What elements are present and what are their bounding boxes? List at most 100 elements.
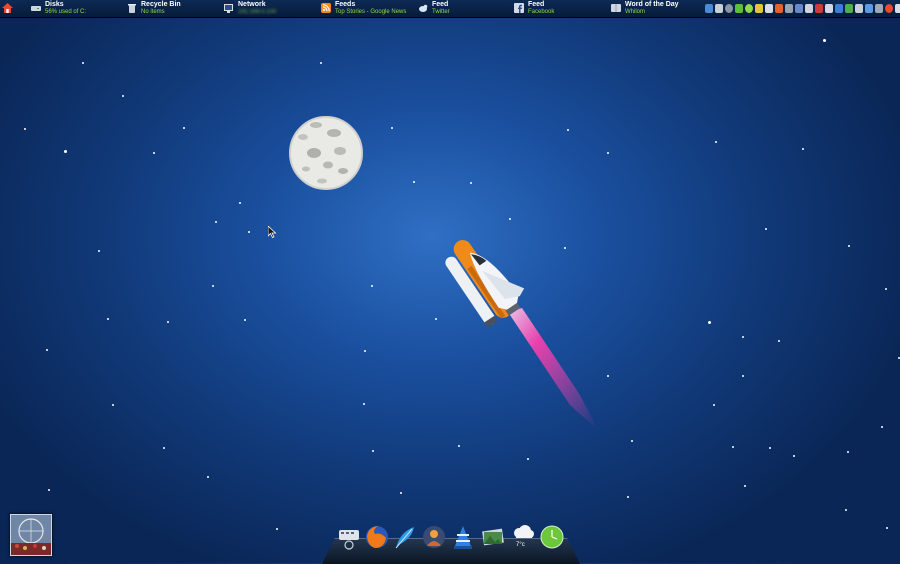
star: [742, 336, 744, 338]
trash-icon: [128, 4, 136, 13]
moon-illustration: [289, 116, 363, 190]
star: [744, 485, 746, 487]
star: [631, 440, 633, 442]
star: [713, 404, 715, 406]
network-icon: [224, 4, 233, 13]
star: [239, 202, 241, 204]
word-of-the-day-subtitle: Whilom: [625, 9, 646, 15]
tray-icon-3[interactable]: [725, 4, 733, 13]
feeds-subtitle: Top Stories - Google News: [335, 9, 407, 15]
star: [742, 375, 744, 377]
weather-temperature: 7°c: [516, 542, 525, 548]
star: [413, 181, 415, 183]
mouse-cursor-icon: [268, 226, 277, 238]
disk-icon: [31, 6, 41, 11]
star: [98, 250, 100, 252]
disks-subtitle: 56% used of C:: [45, 9, 87, 15]
photos-icon[interactable]: [480, 524, 506, 550]
ferris-wheel-photo-icon: [11, 515, 51, 555]
star: [847, 451, 849, 453]
star: [732, 446, 734, 448]
book-icon: [611, 4, 621, 12]
space-shuttle-illustration: [445, 240, 598, 430]
star: [112, 404, 114, 406]
star: [708, 321, 711, 324]
star: [215, 221, 217, 223]
tray-icon-13[interactable]: [825, 4, 833, 13]
star: [823, 39, 826, 42]
vlc-cone-icon[interactable]: [450, 524, 476, 550]
star: [778, 340, 780, 342]
star: [320, 62, 322, 64]
tray-icon-18[interactable]: [875, 4, 883, 13]
tray-icon-5[interactable]: [745, 4, 753, 13]
star: [371, 285, 373, 287]
star: [24, 128, 26, 130]
tray-icon-19[interactable]: [885, 4, 893, 13]
star: [248, 231, 250, 233]
star: [885, 288, 887, 290]
top-bar: Disks 56% used of C: Recycle Bin No item…: [0, 0, 900, 18]
star: [400, 492, 402, 494]
star: [276, 528, 278, 530]
tray-icon-6[interactable]: [755, 4, 763, 13]
firefox-icon[interactable]: [364, 524, 390, 550]
star: [793, 455, 795, 457]
photo-thumbnail[interactable]: [10, 514, 52, 556]
star: [183, 127, 185, 129]
recycle-bin-subtitle: No items: [141, 9, 165, 15]
star: [153, 152, 155, 154]
facebook-icon: [514, 3, 524, 13]
star: [372, 450, 374, 452]
star: [881, 426, 883, 428]
tray-icon-9[interactable]: [785, 4, 793, 13]
feather-icon[interactable]: [392, 524, 418, 550]
star: [122, 95, 124, 97]
clock-icon[interactable]: [539, 524, 565, 550]
tray-icon-20[interactable]: [895, 4, 900, 13]
system-tray: [705, 2, 900, 15]
star: [48, 489, 50, 491]
star: [458, 445, 460, 447]
tray-icon-14[interactable]: [835, 4, 843, 13]
tray-icon-7[interactable]: [765, 4, 773, 13]
person-icon[interactable]: [421, 524, 447, 550]
tray-icon-11[interactable]: [805, 4, 813, 13]
star: [46, 349, 48, 351]
house-icon[interactable]: [2, 3, 13, 13]
tray-icon-12[interactable]: [815, 4, 823, 13]
tray-icon-17[interactable]: [865, 4, 873, 13]
tray-icon-2[interactable]: [715, 4, 723, 13]
star: [364, 350, 366, 352]
star: [567, 129, 569, 131]
star: [765, 228, 767, 230]
star: [607, 152, 609, 154]
star: [845, 509, 847, 511]
tray-icon-4[interactable]: [735, 4, 743, 13]
facebook-feed-subtitle: Facebook: [528, 9, 555, 15]
star: [527, 458, 529, 460]
star: [886, 527, 888, 529]
star: [82, 62, 84, 64]
twitter-bird-icon: [419, 4, 428, 12]
hdd-icon[interactable]: [336, 524, 362, 550]
rss-icon: [321, 3, 331, 13]
tray-icon-15[interactable]: [845, 4, 853, 13]
star: [715, 141, 717, 143]
twitter-feed-subtitle: Twitter: [432, 9, 450, 15]
star: [769, 447, 771, 449]
star: [802, 148, 804, 150]
star: [509, 218, 511, 220]
star: [363, 403, 365, 405]
tray-icon-16[interactable]: [855, 4, 863, 13]
tray-icon-10[interactable]: [795, 4, 803, 13]
star: [848, 245, 850, 247]
star: [212, 285, 214, 287]
tray-icon-8[interactable]: [775, 4, 783, 13]
star: [207, 476, 209, 478]
star: [107, 318, 109, 320]
star: [64, 150, 67, 153]
star: [627, 496, 629, 498]
star: [244, 319, 246, 321]
tray-icon-1[interactable]: [705, 4, 713, 13]
